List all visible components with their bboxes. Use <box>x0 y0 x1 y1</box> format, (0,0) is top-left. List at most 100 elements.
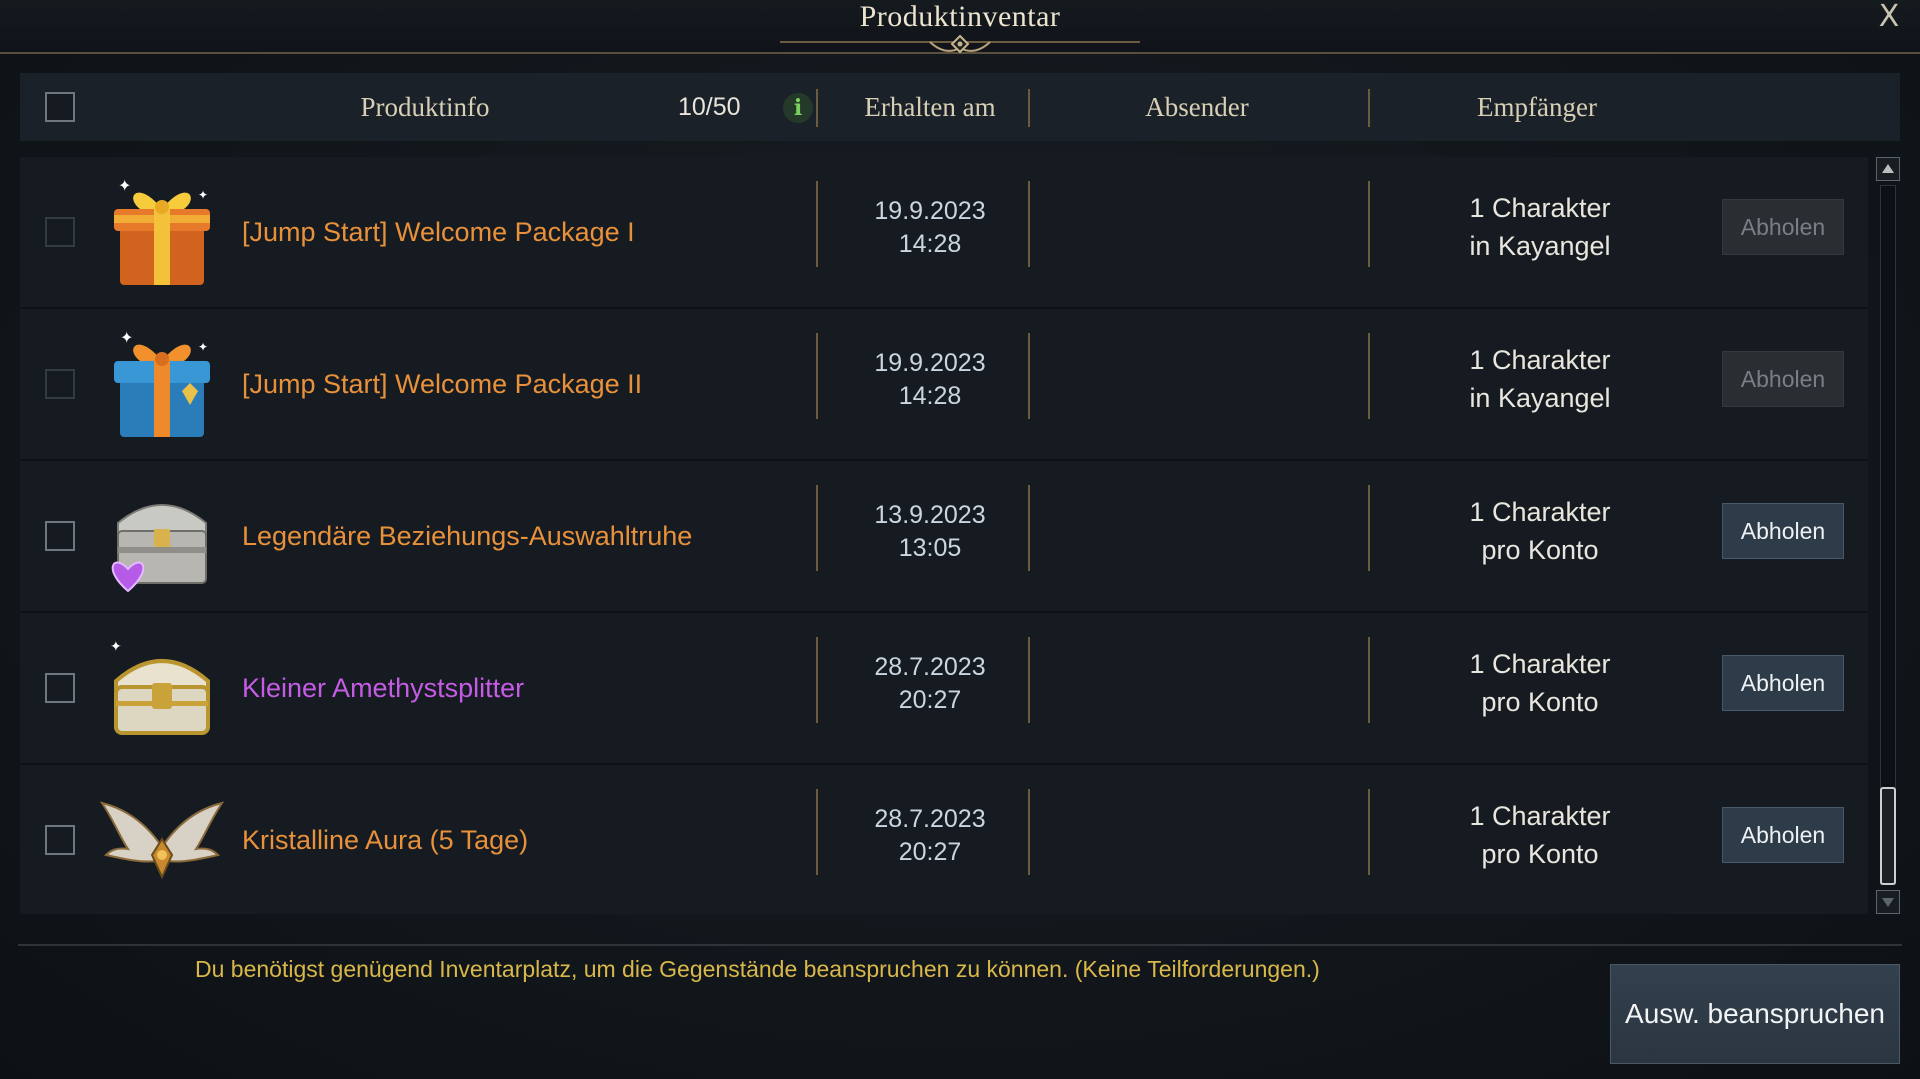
received-date: 28.7.2023 20:27 <box>820 651 1040 717</box>
list-item: ✦ ✦ [Jump Start] Welcome Package II 19.9… <box>20 309 1868 461</box>
product-name: Legendäre Beziehungs-Auswahltruhe <box>242 521 693 551</box>
chest-heart-icon <box>98 473 226 601</box>
received-date: 19.9.2023 14:28 <box>820 195 1040 261</box>
header-divider <box>1368 89 1370 127</box>
recipient-line2: pro Konto <box>1481 839 1599 869</box>
received-date: 13.9.2023 13:05 <box>820 499 1040 565</box>
list-item: ✦ Kleiner Amethystsplitter 28.7.2023 20:… <box>20 613 1868 765</box>
recipient-line1: 1 Charakter <box>1469 497 1611 527</box>
row-divider <box>1368 789 1370 875</box>
recipient: 1 Charakter pro Konto <box>1390 493 1690 569</box>
recipient-line1: 1 Charakter <box>1469 345 1611 375</box>
received-date-time: 14:28 <box>898 230 962 258</box>
row-divider <box>1368 485 1370 571</box>
header-sender: Absender <box>1145 92 1249 122</box>
gold-chest-icon: ✦ <box>98 625 226 753</box>
received-date-time: 13:05 <box>898 534 962 562</box>
recipient-line2: pro Konto <box>1481 687 1599 717</box>
row-divider <box>816 485 818 571</box>
scroll-up-button[interactable] <box>1876 157 1900 181</box>
table-header: Produktinfo 10/50 i Erhalten am Absender… <box>20 73 1900 141</box>
scrollbar[interactable] <box>1875 157 1901 914</box>
received-date-time: 20:27 <box>898 686 962 714</box>
row-checkbox[interactable] <box>45 217 75 247</box>
received-date-time: 14:28 <box>898 382 962 410</box>
received-date-time: 20:27 <box>898 838 962 866</box>
claim-button[interactable]: Abholen <box>1722 351 1844 407</box>
recipient-line1: 1 Charakter <box>1469 649 1611 679</box>
product-name: [Jump Start] Welcome Package I <box>242 217 635 247</box>
recipient-line2: pro Konto <box>1481 535 1599 565</box>
info-icon[interactable]: i <box>783 93 813 123</box>
product-name: [Jump Start] Welcome Package II <box>242 369 643 399</box>
list-item: Kristalline Aura (5 Tage) 28.7.2023 20:2… <box>20 765 1868 914</box>
row-divider <box>1028 789 1030 875</box>
row-divider <box>1368 181 1370 267</box>
received-date-day: 28.7.2023 <box>874 653 986 681</box>
recipient-line1: 1 Charakter <box>1469 193 1611 223</box>
close-button[interactable]: X <box>1872 0 1906 34</box>
scroll-thumb[interactable] <box>1880 787 1896 885</box>
svg-text:✦: ✦ <box>198 188 208 202</box>
received-date-day: 19.9.2023 <box>874 349 986 377</box>
product-name: Kristalline Aura (5 Tage) <box>242 825 529 855</box>
row-checkbox[interactable] <box>45 825 75 855</box>
gift-blue-icon: ✦ ✦ <box>98 321 226 449</box>
row-divider <box>1028 181 1030 267</box>
gift-orange-icon: ✦ ✦ <box>98 169 226 297</box>
recipient: 1 Charakter pro Konto <box>1390 645 1690 721</box>
row-divider <box>1028 485 1030 571</box>
recipient-line2: in Kayangel <box>1469 383 1611 413</box>
received-date-day: 28.7.2023 <box>874 805 986 833</box>
list-item: ✦ ✦ [Jump Start] Welcome Package I 19.9.… <box>20 157 1868 309</box>
row-divider <box>1028 637 1030 723</box>
received-date-day: 13.9.2023 <box>874 501 986 529</box>
row-checkbox[interactable] <box>45 521 75 551</box>
svg-text:✦: ✦ <box>118 178 131 195</box>
svg-text:✦: ✦ <box>198 340 208 354</box>
claim-button[interactable]: Abholen <box>1722 503 1844 559</box>
title-ornament-icon <box>780 34 1140 54</box>
received-date: 28.7.2023 20:27 <box>820 803 1040 869</box>
header-divider <box>816 89 818 127</box>
select-all-checkbox[interactable] <box>45 92 75 122</box>
inventory-notice: Du benötigst genügend Inventarplatz, um … <box>195 956 1320 982</box>
svg-text:✦: ✦ <box>120 330 133 347</box>
recipient-line2: in Kayangel <box>1469 231 1611 261</box>
received-date: 19.9.2023 14:28 <box>820 347 1040 413</box>
list-item: Legendäre Beziehungs-Auswahltruhe 13.9.2… <box>20 461 1868 613</box>
footer-divider <box>18 944 1902 946</box>
row-divider <box>816 637 818 723</box>
row-divider <box>1028 333 1030 419</box>
claim-button[interactable]: Abholen <box>1722 807 1844 863</box>
claim-button[interactable]: Abholen <box>1722 655 1844 711</box>
row-divider <box>1368 333 1370 419</box>
recipient-line1: 1 Charakter <box>1469 801 1611 831</box>
title-bar: Produktinventar X <box>0 0 1920 54</box>
scroll-down-button[interactable] <box>1876 890 1900 914</box>
product-inventory-window: Produktinventar X Produktinfo 10/50 i Er… <box>0 0 1920 1079</box>
received-date-day: 19.9.2023 <box>874 197 986 225</box>
scroll-track[interactable] <box>1880 185 1896 885</box>
row-divider <box>1368 637 1370 723</box>
header-divider <box>1028 89 1030 127</box>
svg-text:✦: ✦ <box>110 638 122 654</box>
recipient: 1 Charakter in Kayangel <box>1390 341 1690 417</box>
wings-icon <box>98 777 226 905</box>
window-title: Produktinventar <box>859 0 1061 33</box>
header-recipient: Empfänger <box>1477 92 1597 122</box>
row-checkbox[interactable] <box>45 369 75 399</box>
inventory-count: 10/50 <box>678 93 741 121</box>
row-divider <box>816 789 818 875</box>
row-divider <box>816 181 818 267</box>
recipient: 1 Charakter in Kayangel <box>1390 189 1690 265</box>
recipient: 1 Charakter pro Konto <box>1390 797 1690 873</box>
header-received: Erhalten am <box>864 92 996 122</box>
product-list: ✦ ✦ [Jump Start] Welcome Package I 19.9.… <box>20 157 1868 914</box>
row-divider <box>816 333 818 419</box>
product-name: Kleiner Amethystsplitter <box>242 673 525 703</box>
claim-button[interactable]: Abholen <box>1722 199 1844 255</box>
claim-selected-button[interactable]: Ausw. beanspruchen <box>1610 964 1900 1064</box>
header-product-info: Produktinfo <box>360 92 490 122</box>
row-checkbox[interactable] <box>45 673 75 703</box>
